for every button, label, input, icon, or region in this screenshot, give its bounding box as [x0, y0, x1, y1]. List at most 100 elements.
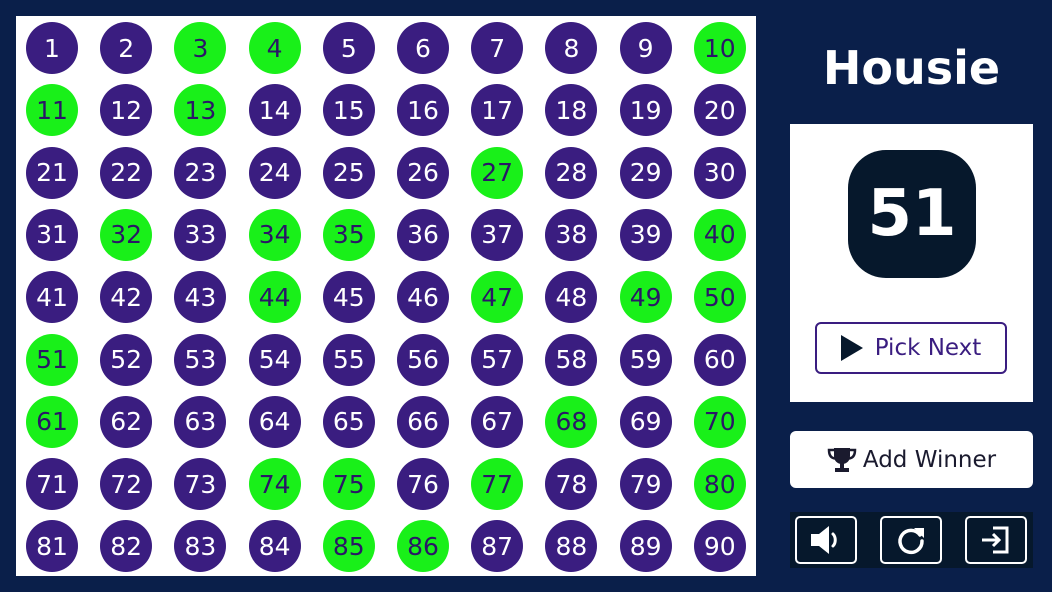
number-cell-1: 1 [26, 22, 78, 74]
number-cell-36: 36 [397, 208, 449, 261]
number-cell-18: 18 [545, 84, 598, 137]
number-cell-56: 56 [397, 333, 449, 386]
exit-icon [982, 526, 1009, 554]
game-title: Housie [822, 41, 1001, 95]
number-cell-78: 78 [545, 458, 598, 511]
number-cell-37: 37 [471, 208, 524, 261]
refresh-icon [898, 528, 924, 555]
number-cell-33: 33 [174, 208, 227, 261]
number-cell-73: 73 [174, 458, 227, 511]
number-cell-4: 4 [248, 22, 301, 74]
number-cell-13: 13 [174, 84, 227, 137]
current-number-panel: 51 Pick Next [790, 124, 1033, 402]
number-cell-51: 51 [26, 333, 78, 386]
number-cell-84: 84 [248, 520, 301, 573]
number-cell-30: 30 [693, 146, 746, 199]
reset-button[interactable] [880, 516, 942, 564]
number-cell-28: 28 [545, 146, 598, 199]
number-cell-86: 86 [397, 520, 449, 573]
number-cell-69: 69 [619, 395, 672, 448]
number-cell-89: 89 [619, 520, 672, 573]
number-cell-24: 24 [248, 146, 301, 199]
number-cell-40: 40 [693, 208, 746, 261]
number-cell-5: 5 [322, 22, 375, 74]
control-bar [790, 512, 1033, 568]
number-cell-66: 66 [397, 395, 449, 448]
number-cell-83: 83 [174, 520, 227, 573]
number-cell-59: 59 [619, 333, 672, 386]
number-cell-62: 62 [100, 395, 153, 448]
number-cell-41: 41 [26, 271, 78, 324]
number-cell-60: 60 [693, 333, 746, 386]
number-cell-64: 64 [248, 395, 301, 448]
number-cell-22: 22 [100, 146, 153, 199]
number-cell-44: 44 [248, 271, 301, 324]
number-cell-31: 31 [26, 208, 78, 261]
number-cell-58: 58 [545, 333, 598, 386]
exit-button[interactable] [965, 516, 1027, 564]
number-cell-47: 47 [471, 271, 524, 324]
number-cell-54: 54 [248, 333, 301, 386]
number-cell-25: 25 [322, 146, 375, 199]
number-cell-49: 49 [619, 271, 672, 324]
number-cell-35: 35 [322, 208, 375, 261]
number-cell-17: 17 [471, 84, 524, 137]
number-cell-77: 77 [471, 458, 524, 511]
number-cell-80: 80 [693, 458, 746, 511]
number-cell-12: 12 [100, 84, 153, 137]
number-cell-75: 75 [322, 458, 375, 511]
number-cell-52: 52 [100, 333, 153, 386]
number-cell-6: 6 [397, 22, 449, 74]
number-cell-63: 63 [174, 395, 227, 448]
number-cell-15: 15 [322, 84, 375, 137]
number-cell-43: 43 [174, 271, 227, 324]
number-cell-50: 50 [693, 271, 746, 324]
number-cell-88: 88 [545, 520, 598, 573]
number-cell-67: 67 [471, 395, 524, 448]
number-cell-57: 57 [471, 333, 524, 386]
number-board: 1 2 3 4 5 6 7 8 9 10 11 12 13 14 15 16 17 18 19 20 21 22 23 24 2… [16, 16, 756, 576]
number-cell-27: 27 [471, 146, 524, 199]
number-cell-68: 68 [545, 395, 598, 448]
number-cell-81: 81 [26, 520, 78, 573]
add-winner-button[interactable]: Add Winner [790, 431, 1033, 488]
number-cell-74: 74 [248, 458, 301, 511]
number-cell-14: 14 [248, 84, 301, 137]
number-cell-42: 42 [100, 271, 153, 324]
current-number: 51 [848, 150, 976, 278]
number-cell-71: 71 [26, 458, 78, 511]
number-cell-39: 39 [619, 208, 672, 261]
number-cell-38: 38 [545, 208, 598, 261]
number-cell-9: 9 [619, 22, 672, 74]
number-cell-11: 11 [26, 84, 78, 137]
number-cell-3: 3 [174, 22, 227, 74]
sound-button[interactable] [795, 516, 857, 564]
number-cell-85: 85 [322, 520, 375, 573]
number-cell-29: 29 [619, 146, 672, 199]
number-cell-19: 19 [619, 84, 672, 137]
pick-next-button[interactable]: Pick Next [815, 322, 1007, 374]
number-cell-7: 7 [471, 22, 524, 74]
add-winner-label: Add Winner [862, 446, 997, 473]
number-cell-8: 8 [545, 22, 598, 74]
speaker-icon [811, 526, 837, 554]
number-cell-61: 61 [26, 395, 78, 448]
pick-next-label: Pick Next [874, 335, 982, 361]
number-cell-32: 32 [100, 208, 153, 261]
number-cell-72: 72 [100, 458, 153, 511]
number-cell-46: 46 [397, 271, 449, 324]
number-cell-16: 16 [397, 84, 449, 137]
number-cell-76: 76 [397, 458, 449, 511]
trophy-icon [827, 447, 857, 472]
number-cell-53: 53 [174, 333, 227, 386]
number-cell-87: 87 [471, 520, 524, 573]
number-cell-55: 55 [322, 333, 375, 386]
number-cell-20: 20 [693, 84, 746, 137]
number-cell-10: 10 [693, 22, 746, 74]
number-cell-65: 65 [322, 395, 375, 448]
number-cell-2: 2 [100, 22, 153, 74]
number-cell-82: 82 [100, 520, 153, 573]
number-cell-34: 34 [248, 208, 301, 261]
number-cell-70: 70 [693, 395, 746, 448]
number-cell-23: 23 [174, 146, 227, 199]
